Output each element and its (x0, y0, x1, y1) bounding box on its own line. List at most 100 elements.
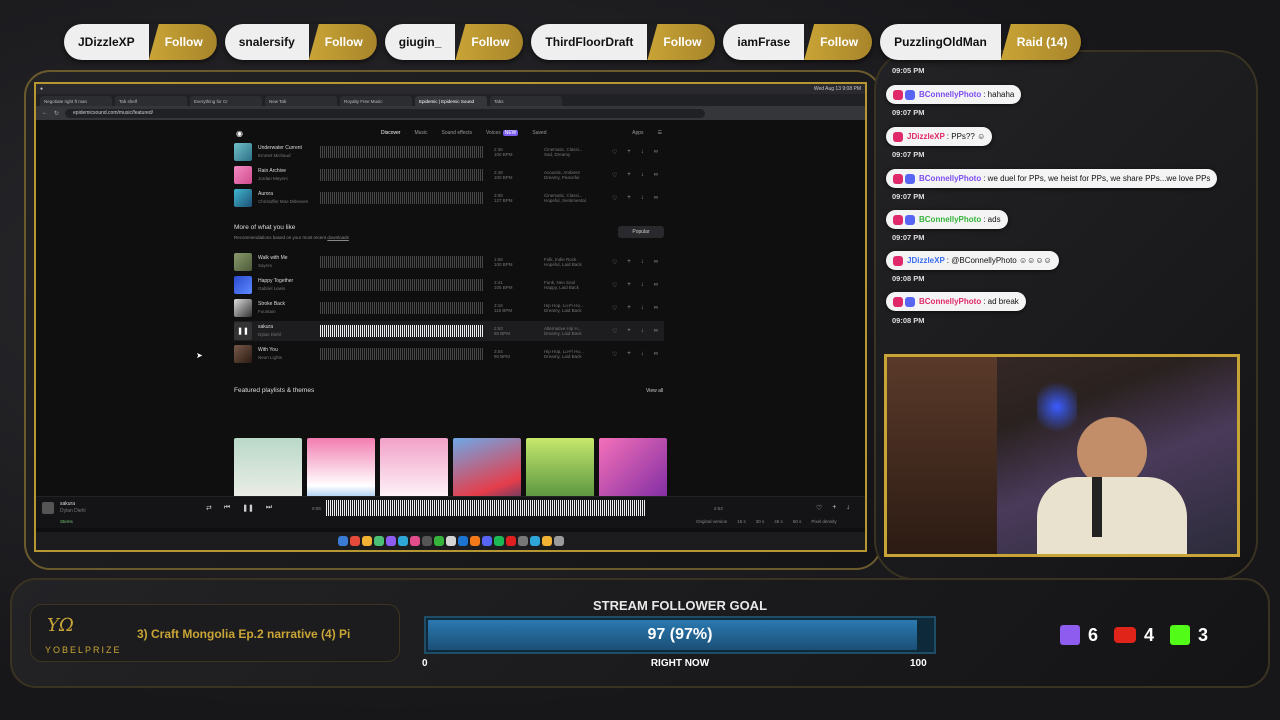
heart-icon[interactable]: ♡ (612, 195, 617, 202)
track-row-playing[interactable]: ❚❚ sakura Dylan Diehl 2:53 80 BPM Alternat… (234, 321, 664, 341)
waveform[interactable] (320, 192, 484, 204)
heart-icon[interactable]: ♡ (816, 504, 822, 512)
browser-tab[interactable]: New Tab (265, 96, 337, 106)
app-icon[interactable] (385, 536, 396, 546)
menu-icon[interactable]: ☰ (658, 130, 662, 136)
version-option[interactable]: 15 s (737, 519, 746, 524)
app-icon[interactable] (361, 536, 372, 546)
link-icon[interactable]: ∞ (654, 328, 658, 335)
pause-button[interactable]: ❚❚ (242, 504, 254, 512)
version-option[interactable]: 60 s (793, 519, 802, 524)
download-icon[interactable]: ↓ (641, 149, 644, 156)
app-icon[interactable] (481, 536, 492, 546)
track-row[interactable]: Aurora Christoffer Moe Ditlevsen 3:08 127 … (234, 188, 664, 208)
plus-icon[interactable]: + (627, 351, 631, 358)
waveform[interactable] (320, 279, 484, 291)
downloads-link[interactable]: downloads (327, 235, 349, 240)
plus-icon[interactable]: + (627, 282, 631, 289)
nav-discover[interactable]: Discover (381, 130, 400, 136)
browser-tab[interactable]: Tabs (490, 96, 562, 106)
plus-icon[interactable]: + (832, 504, 836, 512)
download-icon[interactable]: ↓ (641, 259, 644, 266)
download-icon[interactable]: ↓ (641, 328, 644, 335)
app-icon[interactable] (517, 536, 528, 546)
pause-icon[interactable]: ❚❚ (234, 322, 252, 340)
browser-tab[interactable]: Negotiate right ft man (40, 96, 112, 106)
stems-label[interactable]: Stems (60, 519, 73, 524)
browser-tab-active[interactable]: Epidemic | Epidemic Sound (415, 96, 487, 106)
download-icon[interactable]: ↓ (641, 351, 644, 358)
next-icon[interactable]: ⏭ (266, 504, 272, 512)
reload-icon[interactable]: ↻ (54, 110, 59, 117)
link-icon[interactable]: ∞ (654, 172, 658, 179)
epidemic-logo-icon[interactable]: ◉ (236, 129, 243, 138)
heart-icon[interactable]: ♡ (612, 328, 617, 335)
player-waveform[interactable] (326, 500, 646, 516)
plus-icon[interactable]: + (627, 195, 631, 202)
waveform[interactable] (320, 169, 484, 181)
download-icon[interactable]: ↓ (641, 172, 644, 179)
track-row[interactable]: Rain Archive Jordan Meyers 2:48 100 BPM Ac… (234, 165, 664, 185)
track-row[interactable]: Stroke Back Fountain 3:16 115 BPM Hip Hop,… (234, 298, 664, 318)
nav-music[interactable]: Music (414, 130, 427, 136)
waveform[interactable] (320, 256, 484, 268)
sort-dropdown[interactable]: Popular (618, 226, 664, 238)
app-icon[interactable] (349, 536, 360, 546)
heart-icon[interactable]: ♡ (612, 259, 617, 266)
heart-icon[interactable]: ♡ (612, 172, 617, 179)
download-icon[interactable]: ↓ (641, 282, 644, 289)
nav-saved[interactable]: Saved (532, 130, 546, 136)
link-icon[interactable]: ∞ (654, 282, 658, 289)
track-row[interactable]: Happy Together Gabriel Lewis 2:41 105 BPM … (234, 275, 664, 295)
link-icon[interactable]: ∞ (654, 351, 658, 358)
version-option[interactable]: 30 s (756, 519, 765, 524)
link-icon[interactable]: ∞ (654, 149, 658, 156)
browser-tab[interactable]: Everything for Cr (190, 96, 262, 106)
track-row[interactable]: With You Neon Lights 3:04 90 BPM Hip Hop, … (234, 344, 664, 364)
download-icon[interactable]: ↓ (641, 195, 644, 202)
view-all-link[interactable]: View all (646, 388, 663, 394)
app-icon[interactable] (445, 536, 456, 546)
app-icon[interactable] (421, 536, 432, 546)
plus-icon[interactable]: + (627, 259, 631, 266)
trash-icon[interactable] (553, 536, 564, 546)
app-icon[interactable] (529, 536, 540, 546)
prev-icon[interactable]: ⏮ (224, 504, 230, 512)
waveform[interactable] (320, 348, 484, 360)
version-option[interactable]: Original version (696, 519, 727, 524)
app-icon[interactable] (433, 536, 444, 546)
app-icon[interactable] (541, 536, 552, 546)
nav-sfx[interactable]: Sound effects (442, 130, 473, 136)
shuffle-icon[interactable]: ⇄ (206, 504, 212, 512)
heart-icon[interactable]: ♡ (612, 282, 617, 289)
waveform[interactable] (320, 302, 484, 314)
download-icon[interactable]: ↓ (846, 504, 850, 512)
app-icon[interactable] (457, 536, 468, 546)
plus-icon[interactable]: + (627, 149, 631, 156)
display-option[interactable]: Pixel density (811, 519, 836, 524)
heart-icon[interactable]: ♡ (612, 351, 617, 358)
waveform-playing[interactable] (320, 325, 484, 337)
app-icon[interactable] (409, 536, 420, 546)
url-field[interactable]: epidemicsound.com/music/featured/ (65, 108, 706, 118)
track-row[interactable]: Underwater Current Emmet Michaud 2:36 100 … (234, 142, 664, 162)
back-icon[interactable]: ← (42, 110, 48, 116)
download-icon[interactable]: ↓ (641, 305, 644, 312)
apps-button[interactable]: Apps (632, 130, 643, 136)
browser-tab[interactable]: Tab shelf (115, 96, 187, 106)
plus-icon[interactable]: + (627, 305, 631, 312)
link-icon[interactable]: ∞ (654, 259, 658, 266)
apple-icon[interactable]: ● (40, 86, 43, 92)
heart-icon[interactable]: ♡ (612, 149, 617, 156)
plus-icon[interactable]: + (627, 172, 631, 179)
waveform[interactable] (320, 146, 484, 158)
version-option[interactable]: 45 s (774, 519, 783, 524)
finder-icon[interactable] (337, 536, 348, 546)
nav-voices[interactable]: Voices (486, 130, 501, 136)
app-icon[interactable] (505, 536, 516, 546)
app-icon[interactable] (469, 536, 480, 546)
link-icon[interactable]: ∞ (654, 305, 658, 312)
plus-icon[interactable]: + (627, 328, 631, 335)
track-row[interactable]: Walk with Me Sayres 1:58 100 BPM Folk, Ind… (234, 252, 664, 272)
app-icon[interactable] (373, 536, 384, 546)
